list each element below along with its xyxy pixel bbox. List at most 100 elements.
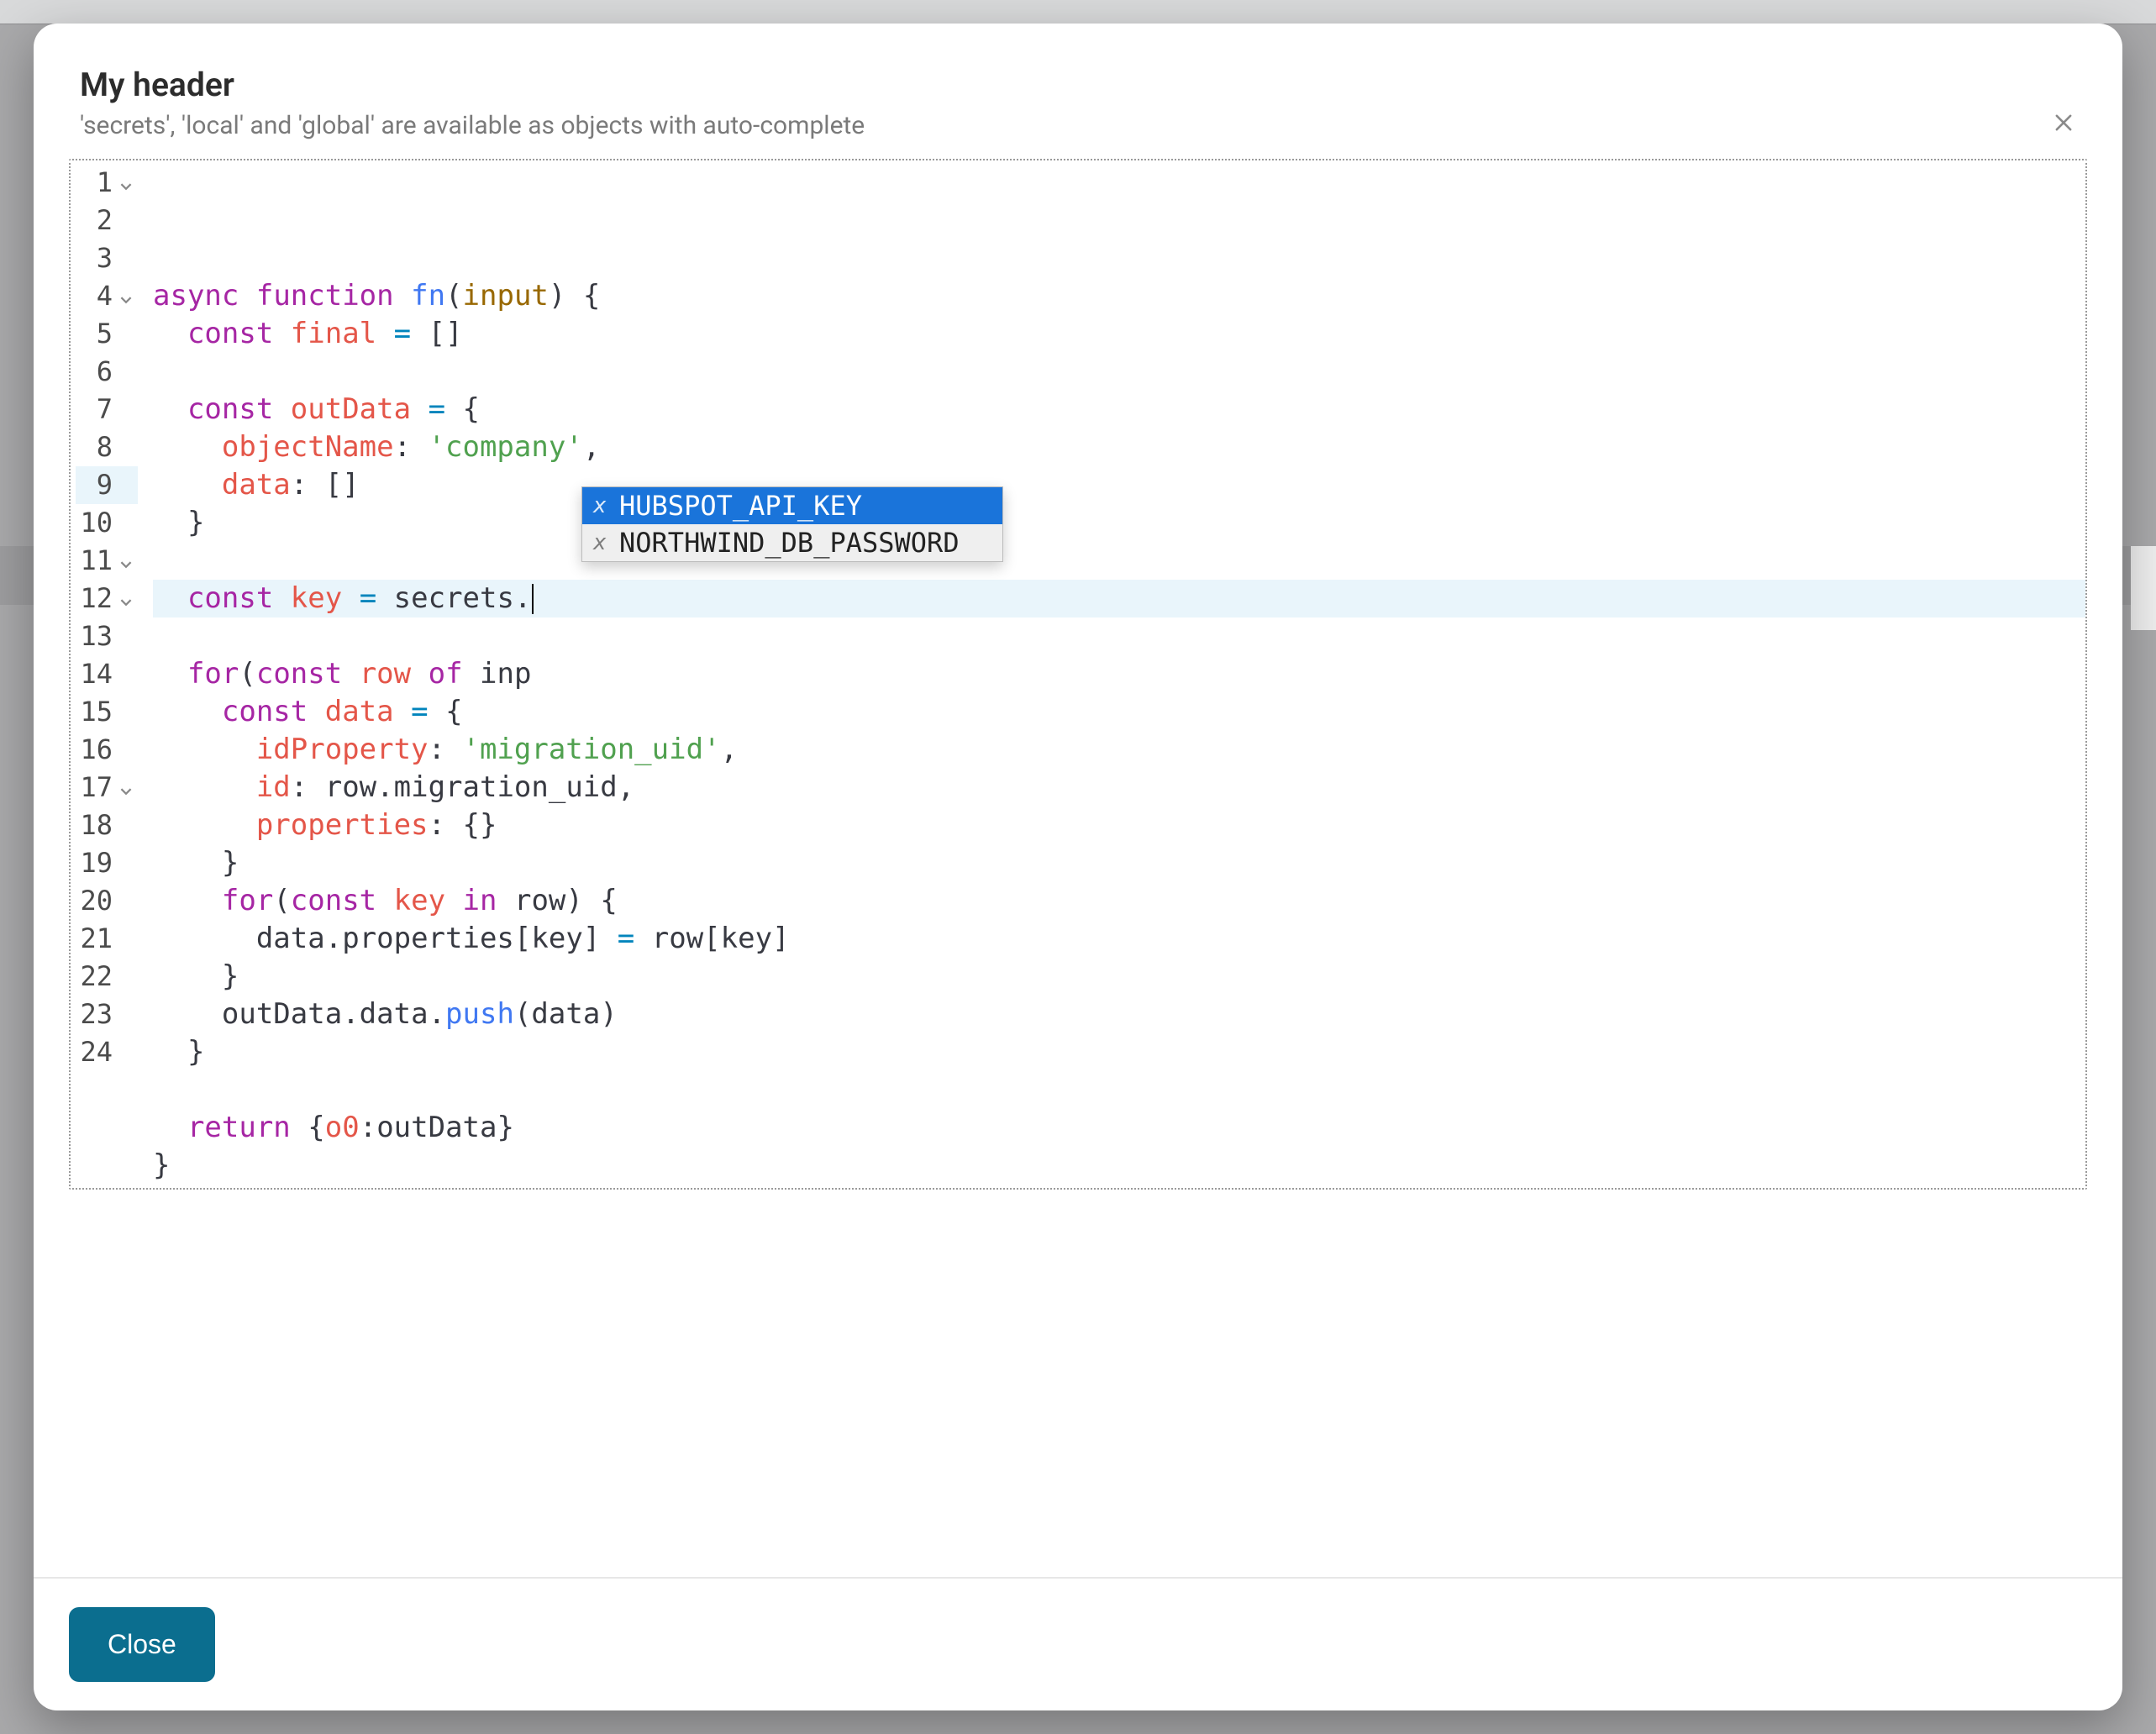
code-line[interactable]: objectName: 'company', — [153, 428, 2085, 466]
code-token: [ — [514, 920, 531, 958]
code-line[interactable]: data: [] — [153, 466, 2085, 504]
code-line[interactable]: outData.data.push(data) — [153, 996, 2085, 1033]
code-token — [291, 1109, 308, 1147]
code-token: const — [187, 580, 273, 617]
fold-icon[interactable] — [118, 178, 134, 195]
code-line[interactable]: idProperty: 'migration_uid', — [153, 731, 2085, 769]
code-token: : — [429, 807, 463, 844]
modal-subtitle: 'secrets', 'local' and 'global' are avai… — [80, 111, 2076, 140]
code-token: , — [618, 769, 634, 807]
code-token: ) — [565, 882, 582, 920]
code-line[interactable]: } — [153, 1147, 2085, 1185]
code-line[interactable]: const key = secrets. — [153, 580, 2085, 617]
autocomplete-item[interactable]: xHUBSPOT_API_KEY — [582, 487, 1002, 524]
line-number: 7 — [76, 391, 113, 428]
code-line[interactable]: data.properties[key] = row[key] — [153, 920, 2085, 958]
close-icon[interactable] — [2045, 104, 2082, 141]
code-line[interactable]: return {o0:outData} — [153, 1109, 2085, 1147]
code-token: [] — [325, 466, 360, 504]
code-token: row — [652, 920, 703, 958]
code-token — [273, 315, 290, 353]
code-token: objectName — [222, 428, 394, 466]
code-token — [153, 466, 222, 504]
code-token — [153, 731, 256, 769]
fold-icon[interactable] — [118, 556, 134, 573]
gutter-line: 19 — [76, 844, 138, 882]
code-token: : — [429, 731, 463, 769]
gutter-line: 9 — [76, 466, 138, 504]
code-token: function — [256, 277, 394, 315]
gutter-line: 7 — [76, 391, 138, 428]
code-line[interactable]: } — [153, 844, 2085, 882]
code-token — [429, 693, 445, 731]
gutter-line: 18 — [76, 807, 138, 844]
code-token — [445, 391, 462, 428]
code-line[interactable]: } — [153, 504, 2085, 542]
code-token: { — [463, 391, 480, 428]
code-token: . — [376, 769, 393, 807]
code-token: 'migration_uid' — [462, 731, 720, 769]
code-token: key — [531, 920, 582, 958]
code-line[interactable]: id: row.migration_uid, — [153, 769, 2085, 807]
code-token — [411, 391, 428, 428]
gutter-line: 17 — [76, 769, 138, 807]
code-line[interactable]: for(const key in row) { — [153, 882, 2085, 920]
fold-icon[interactable] — [118, 783, 134, 800]
editor-code[interactable]: async function fn(input) { const final =… — [143, 160, 2085, 1188]
code-line[interactable]: for(const row of inp — [153, 655, 2085, 693]
code-line[interactable]: properties: {} — [153, 807, 2085, 844]
line-number: 8 — [76, 428, 113, 466]
code-line[interactable]: const final = [] — [153, 315, 2085, 353]
code-token — [153, 807, 256, 844]
line-number: 4 — [76, 277, 113, 315]
code-token: key — [291, 580, 342, 617]
code-line[interactable] — [153, 542, 2085, 580]
line-number: 20 — [76, 882, 113, 920]
fold-icon[interactable] — [118, 292, 134, 308]
gutter-line: 2 — [76, 202, 138, 239]
code-token — [376, 580, 393, 617]
code-line[interactable]: } — [153, 958, 2085, 996]
code-token — [153, 920, 256, 958]
code-line[interactable]: } — [153, 1033, 2085, 1071]
text-cursor — [532, 584, 534, 614]
code-line[interactable] — [153, 1071, 2085, 1109]
gutter-line: 21 — [76, 920, 138, 958]
code-token: , — [583, 428, 600, 466]
code-editor-modal: My header 'secrets', 'local' and 'global… — [34, 24, 2122, 1710]
code-token: } — [153, 1147, 170, 1185]
autocomplete-label: NORTHWIND_DB_PASSWORD — [619, 524, 960, 562]
code-line[interactable]: async function fn(input) { — [153, 277, 2085, 315]
code-token: for — [222, 882, 273, 920]
code-token: const — [187, 315, 273, 353]
autocomplete-type-icon: x — [592, 487, 607, 525]
code-token: = — [360, 580, 376, 617]
autocomplete-popup[interactable]: xHUBSPOT_API_KEYx NORTHWIND_DB_PASSWORD — [581, 486, 1003, 562]
code-line[interactable]: const data = { — [153, 693, 2085, 731]
line-number: 18 — [76, 807, 113, 844]
autocomplete-item[interactable]: x NORTHWIND_DB_PASSWORD — [582, 524, 1002, 561]
code-token: . — [514, 580, 531, 617]
code-token: ( — [273, 882, 290, 920]
code-line[interactable]: const outData = { — [153, 391, 2085, 428]
code-token: data — [256, 920, 325, 958]
gutter-line: 23 — [76, 996, 138, 1033]
code-token: fn — [411, 277, 445, 315]
code-token: } — [222, 958, 239, 996]
code-token: } — [222, 844, 239, 882]
code-token — [153, 1033, 187, 1071]
close-button[interactable]: Close — [69, 1607, 215, 1682]
code-line[interactable] — [153, 617, 2085, 655]
code-token — [153, 428, 222, 466]
code-line[interactable] — [153, 353, 2085, 391]
code-token — [153, 655, 187, 693]
modal-footer: Close — [34, 1577, 2122, 1710]
gutter-line: 20 — [76, 882, 138, 920]
code-token — [153, 693, 222, 731]
code-token: . — [325, 920, 342, 958]
fold-icon[interactable] — [118, 594, 134, 611]
code-token — [153, 391, 187, 428]
autocomplete-type-icon: x — [592, 524, 607, 562]
code-editor[interactable]: 123456789101112131415161718192021222324 … — [69, 159, 2087, 1190]
code-token — [153, 996, 222, 1033]
